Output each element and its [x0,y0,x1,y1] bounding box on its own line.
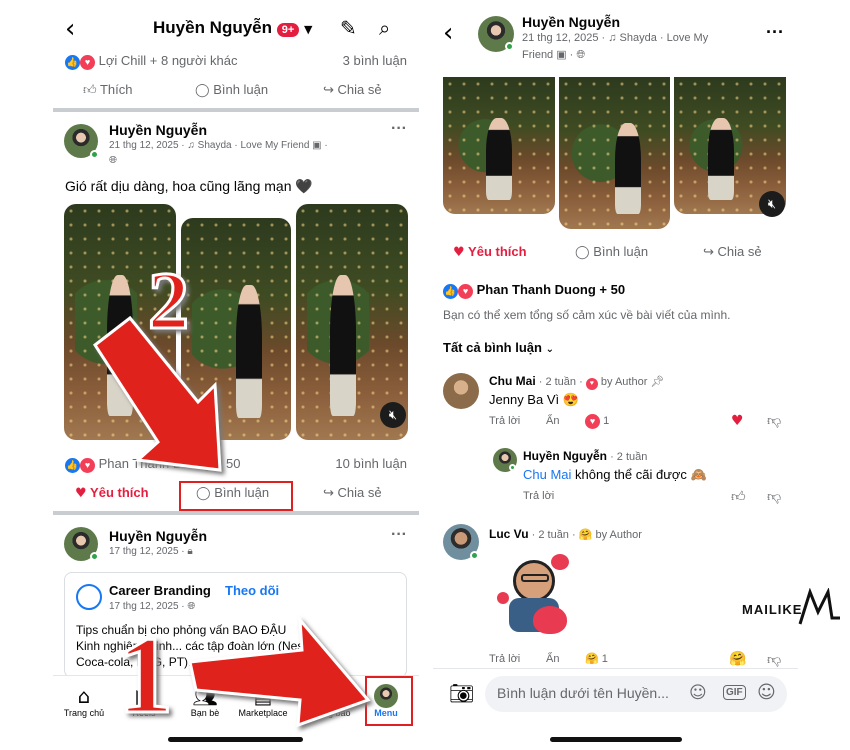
dislike-icon[interactable]: 👎︎ [767,488,781,505]
camera-icon[interactable]: 📷︎ [449,681,474,705]
share-label: Chia sẻ [717,244,762,259]
emoji-icon[interactable]: ☺ [757,682,776,703]
right-screenshot: ‹ Huyền Nguyễn 21 thg 12, 2025 · ♫ Shayd… [433,0,798,750]
watermark: MAILIKE [742,588,842,628]
reaction-text: Phan Thanh Duong + 50 [476,282,626,297]
hug-reaction-icon: 🤗 [585,653,599,665]
back-icon[interactable]: ‹ [443,18,453,48]
reply-button[interactable]: Trả lời [523,490,554,502]
comment-filter[interactable]: Tất cả bình luận ⌄ [443,340,554,355]
reaction-count: 1 [601,653,608,665]
love-reaction-icon: ♥ [458,284,473,299]
post-photo[interactable] [559,77,670,229]
comment-header: Chu Mai · 2 tuần · ♥ by Author 📌︎ [489,374,664,390]
avatar-sticker [493,552,579,642]
comment-reactions[interactable]: ♥ 1 [585,414,609,429]
heart-icon[interactable]: ♥ [731,413,744,429]
heart-icon: ♥ [453,245,465,260]
post-meta: 21 thg 12, 2025 · ♫ Shayda · Love My [522,32,709,44]
comment-time: · 2 tuần · [531,529,576,541]
comment-icon: ◯ [575,245,590,260]
step-number-2: 2 [148,255,189,346]
hide-button[interactable]: Ẩn [546,653,559,665]
dislike-icon[interactable]: 👎︎ [767,412,781,429]
love-button[interactable]: ♥ Yêu thích [453,244,527,260]
comment-text: Jenny Ba Vì 😍 [489,392,579,407]
pin-icon: 📌︎ [650,375,665,388]
reply-button[interactable]: Trả lời [489,653,520,665]
mention-link[interactable]: Chu Mai [523,467,571,482]
love-reaction-icon: ♥ [585,414,600,429]
tutorial-overlay: 2 1 [92,254,371,738]
step-number-1: 1 [118,614,173,736]
comment-text: Chu Mai không thể cãi được 🙈 [523,467,707,483]
filter-label: Tất cả bình luận [443,340,542,355]
more-options-icon[interactable]: ··· [766,22,784,43]
love-reaction-icon: ♥ [585,378,598,390]
home-indicator [550,737,682,742]
comment-author[interactable]: Chu Mai [489,374,536,388]
post-meta: Friend ▣ · 🌐︎ [522,48,585,62]
comment-author[interactable]: Luc Vu [489,527,529,541]
thumbs-up-icon[interactable]: 👍︎ [731,488,746,505]
avatar-sticker-icon[interactable]: ☺ [689,683,707,703]
author-reaction-label: by Author [600,376,648,388]
watermark-logo [798,588,840,625]
dislike-icon[interactable]: 👎︎ [767,651,781,668]
comment-button[interactable]: ◯ Bình luận [575,244,648,260]
hide-button[interactable]: Ẩn [546,415,559,427]
online-indicator [470,551,479,560]
reaction-summary[interactable]: 👍♥ Phan Thanh Duong + 50 [443,282,625,299]
post-meta-text: Friend ▣ · [522,49,574,61]
gif-button[interactable]: GIF [723,685,746,700]
online-indicator [505,42,514,51]
divider [433,668,798,669]
share-button[interactable]: ↪ Chia sẻ [703,244,762,260]
comment-time: · 2 tuần [610,451,648,463]
globe-icon: 🌐︎ [576,48,586,61]
share-icon: ↪ [703,245,714,260]
watermark-text: MAILIKE [742,602,803,617]
love-label: Yêu thích [468,244,527,259]
reaction-count: 1 [603,415,610,427]
author-reaction-label: by Author [595,529,642,541]
comment-input[interactable]: Bình luận dưới tên Huyền... ☺ GIF ☺ [485,676,787,712]
chevron-down-icon: ⌄ [545,344,554,355]
like-reaction-icon: 👍 [443,284,458,299]
post-photo[interactable] [443,77,555,214]
hug-reaction-icon: 🤗 [578,529,593,541]
comment-body: không thể cãi được 🙈 [571,467,707,482]
arrow-to-menu [188,615,371,728]
comment-time: · 2 tuần · [538,376,583,388]
comment-header: Huyền Nguyễn · 2 tuần [523,449,647,463]
reply-button[interactable]: Trả lời [489,415,520,427]
avatar[interactable] [443,373,479,409]
comment-author[interactable]: Huyền Nguyễn [523,449,607,463]
reaction-note: Bạn có thể xem tổng số cảm xúc về bài vi… [443,308,731,322]
hug-reaction-icon[interactable]: 🤗 [729,650,746,667]
online-indicator [509,464,516,471]
post-author[interactable]: Huyền Nguyễn [522,14,620,30]
comment-header: Luc Vu · 2 tuần · 🤗 by Author [489,527,642,541]
comment-reactions[interactable]: 🤗 1 [585,652,608,665]
mute-icon[interactable]: 🔇︎ [759,191,785,217]
comment-placeholder: Bình luận dưới tên Huyền... [497,685,669,701]
comment-label: Bình luận [593,244,649,259]
